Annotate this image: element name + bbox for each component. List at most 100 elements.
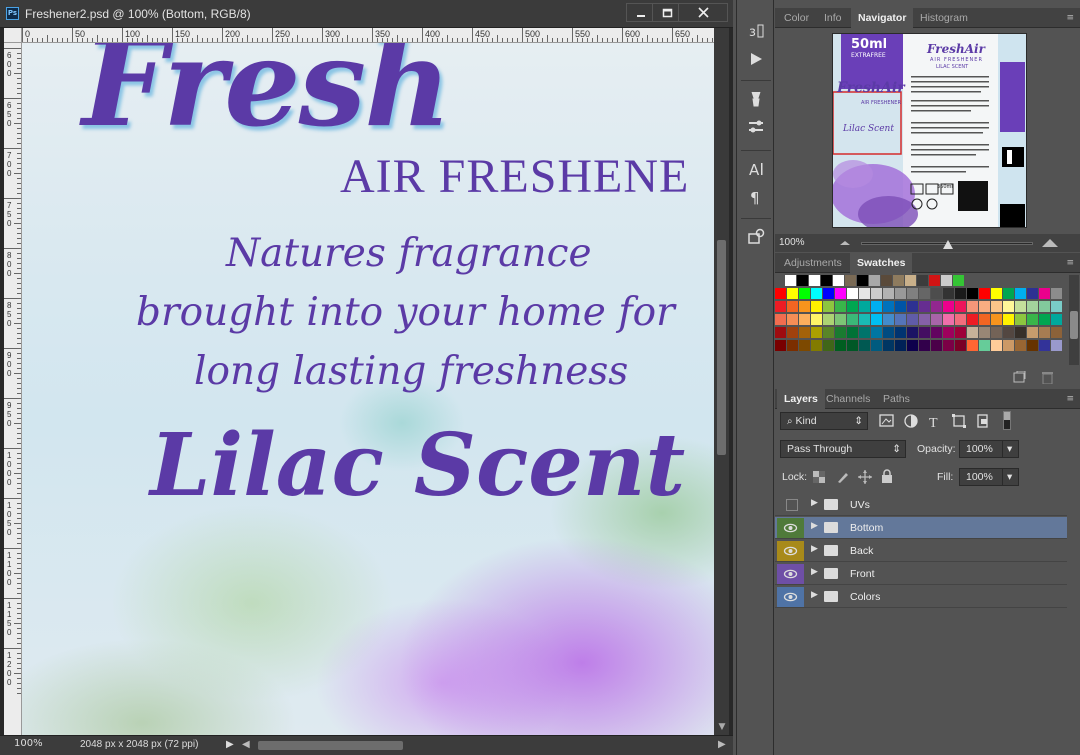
color-swatch[interactable] — [787, 288, 798, 299]
filter-adjustment-layer-icon[interactable] — [903, 413, 919, 432]
color-swatch[interactable] — [811, 340, 822, 351]
color-swatch[interactable] — [1015, 340, 1026, 351]
lock-position-icon[interactable] — [858, 470, 872, 487]
color-swatch[interactable] — [883, 301, 894, 312]
tab-info[interactable]: Info — [817, 8, 849, 28]
color-swatch[interactable] — [1027, 340, 1038, 351]
color-swatch[interactable] — [919, 301, 930, 312]
layer-filter-kind-select[interactable]: ⌕ Kind ⇕ — [780, 412, 868, 430]
color-swatch[interactable] — [869, 275, 880, 286]
color-swatch[interactable] — [823, 301, 834, 312]
eye-icon[interactable] — [777, 564, 804, 584]
expand-group-icon[interactable]: ▶ — [811, 521, 818, 531]
color-swatch[interactable] — [991, 327, 1002, 338]
color-swatch[interactable] — [811, 327, 822, 338]
color-swatch[interactable] — [907, 327, 918, 338]
color-swatch[interactable] — [1051, 314, 1062, 325]
color-swatch[interactable] — [979, 340, 990, 351]
zoom-in-icon[interactable] — [1041, 236, 1059, 248]
filter-smart-object-icon[interactable] — [975, 413, 991, 432]
color-swatch[interactable] — [859, 288, 870, 299]
color-swatch[interactable] — [919, 340, 930, 351]
swatches-scrollbar-thumb[interactable] — [1070, 311, 1078, 339]
layer-row[interactable]: ▶ UVs — [775, 494, 1067, 516]
color-swatch[interactable] — [931, 340, 942, 351]
color-swatch[interactable] — [799, 340, 810, 351]
color-swatch[interactable] — [991, 301, 1002, 312]
color-swatch[interactable] — [931, 314, 942, 325]
color-swatch[interactable] — [775, 314, 786, 325]
color-swatch[interactable] — [1003, 288, 1014, 299]
color-swatch[interactable] — [1051, 301, 1062, 312]
color-swatch[interactable] — [893, 275, 904, 286]
swatch-grid[interactable] — [775, 275, 1068, 353]
eye-icon[interactable] — [777, 587, 804, 607]
color-swatch[interactable] — [859, 314, 870, 325]
color-swatch[interactable] — [799, 327, 810, 338]
brush-presets-icon[interactable] — [745, 90, 767, 112]
color-swatch[interactable] — [883, 288, 894, 299]
color-swatch[interactable] — [895, 327, 906, 338]
color-swatch[interactable] — [847, 301, 858, 312]
color-swatch[interactable] — [967, 340, 978, 351]
color-swatch[interactable] — [979, 301, 990, 312]
color-swatch[interactable] — [787, 340, 798, 351]
delete-swatch-icon[interactable] — [1041, 371, 1054, 385]
color-swatch[interactable] — [895, 301, 906, 312]
color-swatch[interactable] — [1027, 327, 1038, 338]
filter-shape-layer-icon[interactable] — [951, 413, 967, 432]
layer-row[interactable]: ▶ Colors — [775, 586, 1067, 608]
color-swatch[interactable] — [1051, 288, 1062, 299]
color-swatch[interactable] — [823, 340, 834, 351]
layer-row[interactable]: ▶ Bottom — [775, 517, 1067, 539]
fill-dropdown-icon[interactable]: ▾ — [1002, 468, 1019, 486]
color-swatch[interactable] — [1003, 327, 1014, 338]
color-swatch[interactable] — [967, 314, 978, 325]
color-swatch[interactable] — [833, 275, 844, 286]
color-swatch[interactable] — [955, 288, 966, 299]
color-swatch[interactable] — [991, 288, 1002, 299]
color-swatch[interactable] — [931, 301, 942, 312]
color-swatch[interactable] — [775, 288, 786, 299]
color-swatch[interactable] — [917, 275, 928, 286]
color-swatch[interactable] — [835, 327, 846, 338]
color-swatch[interactable] — [809, 275, 820, 286]
color-swatch[interactable] — [799, 301, 810, 312]
color-swatch[interactable] — [845, 275, 856, 286]
expand-group-icon[interactable]: ▶ — [811, 590, 818, 600]
tab-navigator[interactable]: Navigator — [851, 8, 914, 28]
lock-all-icon[interactable] — [881, 469, 893, 486]
navigator-preview[interactable]: 50ml EXTRAFREE FreshAir AIR FRESHENER LI… — [832, 33, 1027, 228]
color-swatch[interactable] — [955, 340, 966, 351]
color-swatch[interactable] — [979, 288, 990, 299]
navigator-zoom-value[interactable]: 100% — [779, 237, 805, 248]
layer-row[interactable]: ▶ Back — [775, 540, 1067, 562]
color-swatch[interactable] — [811, 288, 822, 299]
color-swatch[interactable] — [1015, 314, 1026, 325]
color-swatch[interactable] — [823, 288, 834, 299]
panel-menu-icon[interactable]: ≡ — [1066, 13, 1074, 23]
color-swatch[interactable] — [1003, 314, 1014, 325]
color-swatch[interactable] — [787, 314, 798, 325]
expand-group-icon[interactable]: ▶ — [811, 567, 818, 577]
tab-color[interactable]: Color — [777, 8, 816, 28]
color-swatch[interactable] — [775, 301, 786, 312]
color-swatch[interactable] — [955, 327, 966, 338]
filter-pixel-layer-icon[interactable] — [879, 413, 895, 432]
color-swatch[interactable] — [979, 327, 990, 338]
tab-histogram[interactable]: Histogram — [913, 8, 975, 28]
filter-type-layer-icon[interactable]: T — [927, 413, 943, 432]
color-swatch[interactable] — [847, 340, 858, 351]
color-swatch[interactable] — [835, 301, 846, 312]
color-swatch[interactable] — [835, 340, 846, 351]
color-swatch[interactable] — [787, 301, 798, 312]
color-swatch[interactable] — [871, 327, 882, 338]
color-swatch[interactable] — [799, 288, 810, 299]
color-swatch[interactable] — [895, 288, 906, 299]
color-swatch[interactable] — [943, 288, 954, 299]
color-swatch[interactable] — [943, 314, 954, 325]
color-swatch[interactable] — [1027, 314, 1038, 325]
eye-icon[interactable] — [777, 541, 804, 561]
layers-panel-menu-icon[interactable]: ≡ — [1066, 394, 1074, 404]
status-menu-arrow-icon[interactable]: ▶ — [226, 739, 234, 750]
